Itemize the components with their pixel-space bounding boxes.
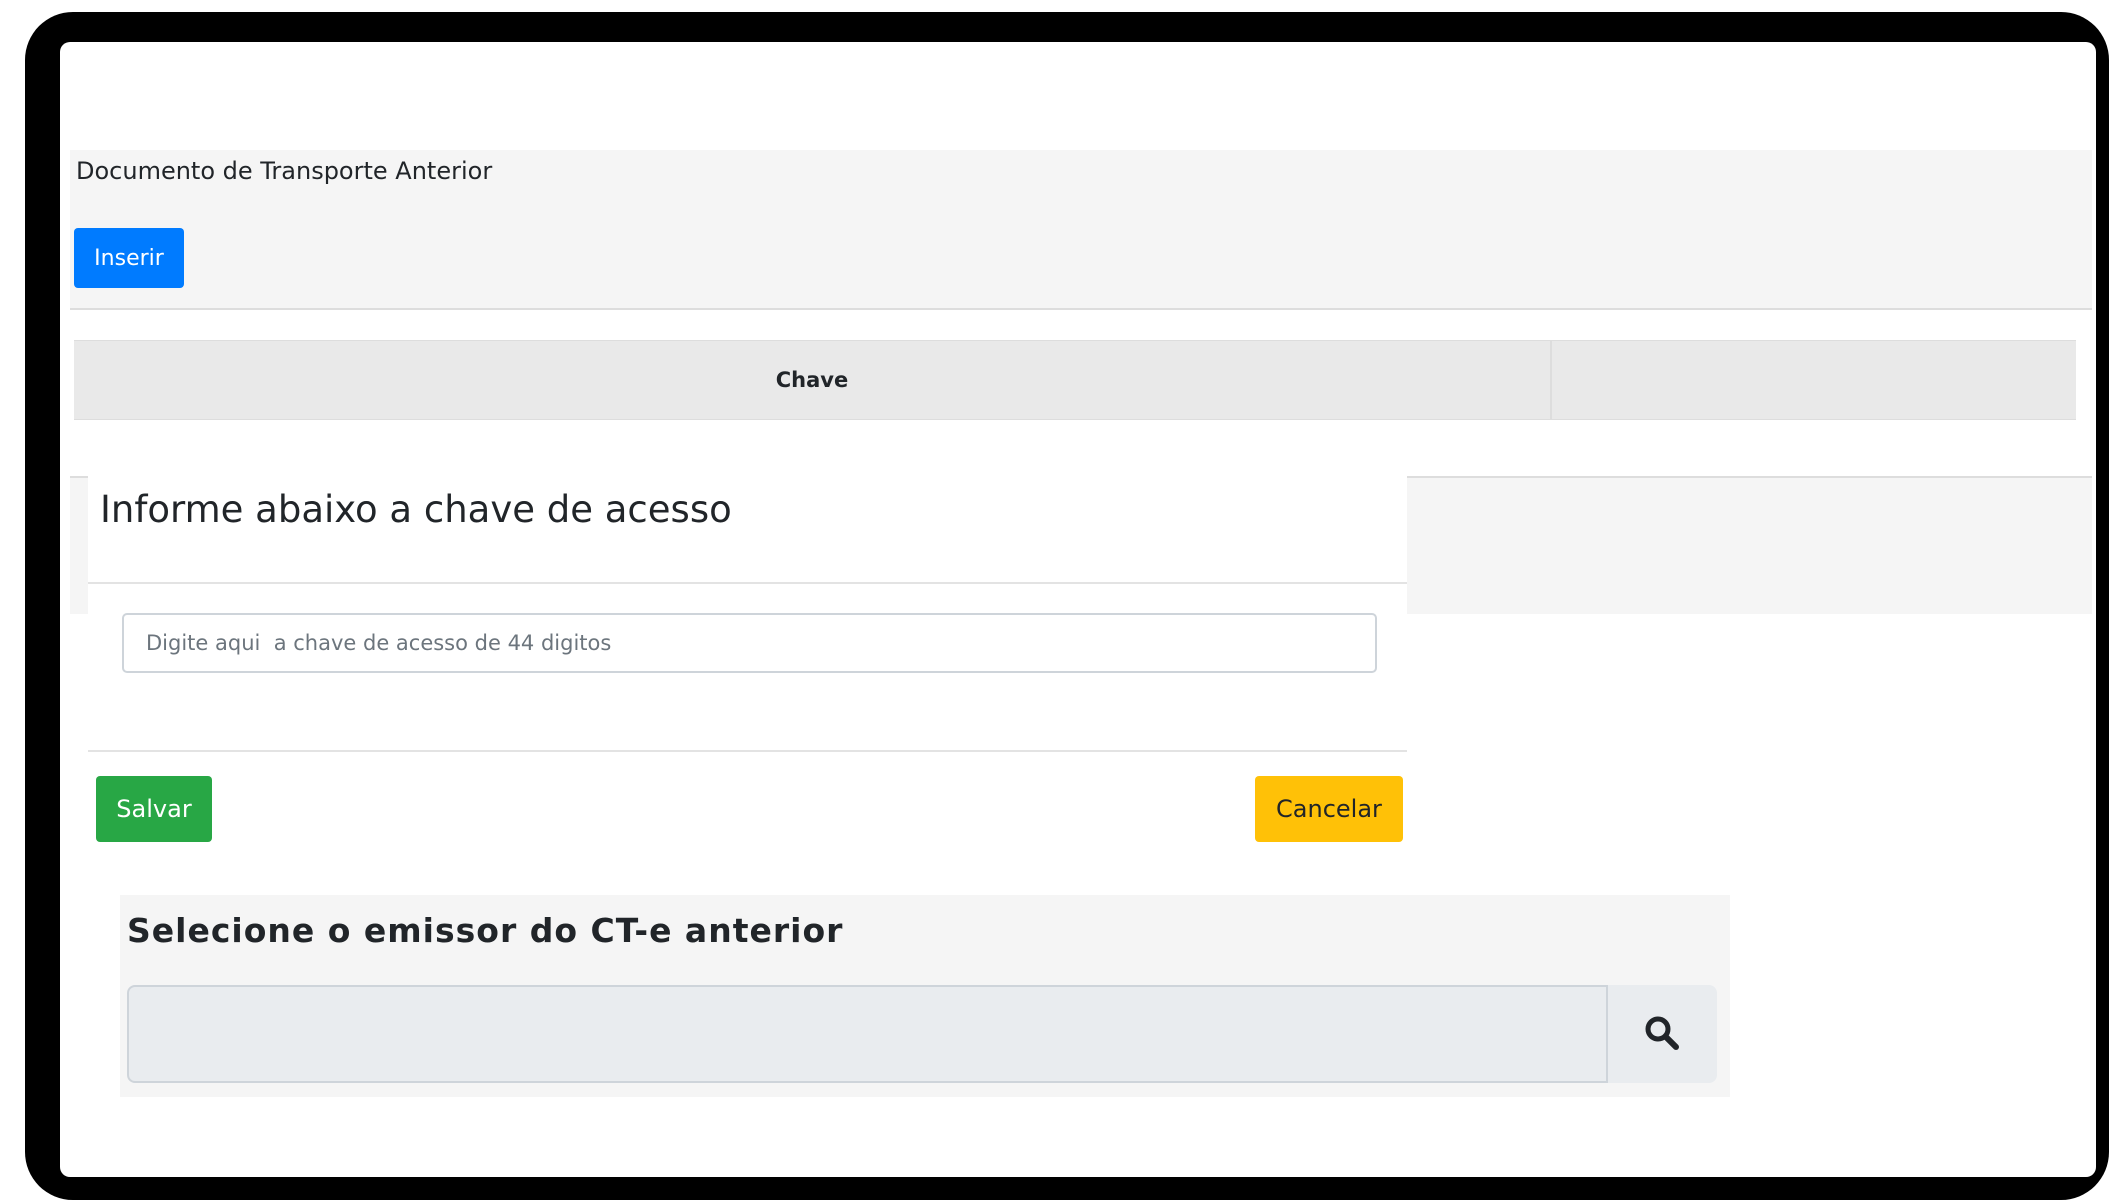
access-key-modal: Informe abaixo a chave de acesso Salvar … — [88, 472, 1407, 852]
table-header: Chave — [74, 340, 2076, 420]
issuer-section-title: Selecione o emissor do CT-e anterior — [127, 911, 844, 950]
save-button[interactable]: Salvar — [96, 776, 212, 842]
access-key-input[interactable] — [122, 613, 1377, 673]
cancel-button[interactable]: Cancelar — [1255, 776, 1403, 842]
issuer-input[interactable] — [127, 985, 1608, 1083]
modal-footer-divider — [88, 750, 1407, 752]
document-section-title: Documento de Transporte Anterior — [76, 157, 493, 185]
app-screen: Documento de Transporte Anterior Inserir… — [60, 42, 2096, 1177]
modal-title: Informe abaixo a chave de acesso — [100, 488, 732, 531]
issuer-search-button[interactable] — [1608, 985, 1717, 1083]
search-icon — [1645, 1016, 1679, 1050]
modal-header-divider — [88, 582, 1407, 584]
issuer-section-panel: Selecione o emissor do CT-e anterior — [120, 895, 1730, 1097]
column-header-chave: Chave — [74, 341, 1552, 419]
insert-button[interactable]: Inserir — [74, 228, 184, 288]
